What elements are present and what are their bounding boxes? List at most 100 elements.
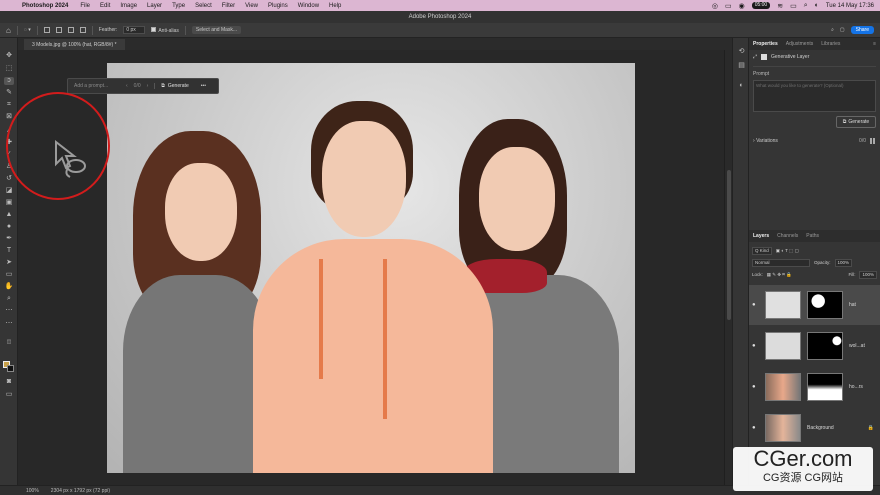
- new-selection-icon[interactable]: [43, 27, 50, 33]
- prompt-textarea[interactable]: What would you like to generate? (Option…: [753, 80, 876, 112]
- eye-icon[interactable]: ●: [752, 343, 762, 349]
- add-selection-icon[interactable]: [55, 27, 62, 33]
- subtract-selection-icon[interactable]: [67, 27, 74, 33]
- layer-name[interactable]: ho...rs: [849, 384, 863, 390]
- more-tools-icon[interactable]: ⋯: [4, 307, 14, 315]
- lock-icons[interactable]: ▦ ✎ ✥ ⌗ 🔒: [767, 272, 792, 278]
- marquee-tool-icon[interactable]: ⬚: [4, 65, 14, 73]
- timer-badge[interactable]: 05:00: [751, 2, 771, 9]
- menu-layer[interactable]: Layer: [147, 3, 162, 9]
- eye-icon[interactable]: ●: [752, 425, 762, 431]
- blend-mode-select[interactable]: Normal: [752, 258, 810, 267]
- opacity-input[interactable]: 100%: [834, 258, 853, 267]
- eraser-tool-icon[interactable]: ◪: [4, 187, 14, 195]
- control-center-icon[interactable]: ◐: [815, 2, 819, 9]
- panel-menu-icon[interactable]: ≡: [873, 41, 876, 47]
- tab-layers[interactable]: Layers: [753, 233, 769, 239]
- blur-tool-icon[interactable]: ▲: [4, 211, 14, 219]
- previous-icon[interactable]: ‹: [126, 83, 128, 89]
- search-icon[interactable]: ⌕: [804, 2, 808, 10]
- feather-input[interactable]: 0 px: [123, 26, 146, 34]
- rectangle-tool-icon[interactable]: ▭: [4, 271, 14, 279]
- default-colors-icon[interactable]: ◫: [4, 338, 14, 346]
- history-brush-tool-icon[interactable]: ↺: [4, 175, 14, 183]
- layer-mask[interactable]: [807, 332, 843, 360]
- menu-edit[interactable]: Edit: [100, 3, 110, 9]
- tab-libraries[interactable]: Libraries: [821, 41, 840, 47]
- layer-mask[interactable]: [807, 291, 843, 319]
- eye-icon[interactable]: ●: [752, 384, 762, 390]
- filter-icons[interactable]: ▣ ◐ T ⬚ ▢: [776, 248, 799, 254]
- menu-filter[interactable]: Filter: [222, 3, 235, 9]
- tab-adjustments[interactable]: Adjustments: [786, 41, 814, 47]
- layer-row[interactable]: ● wol...at: [749, 326, 880, 366]
- fill-input[interactable]: 100%: [859, 270, 877, 279]
- quick-select-tool-icon[interactable]: ✎: [4, 89, 14, 97]
- zoom-tool-icon[interactable]: ⌕: [4, 295, 14, 303]
- type-tool-icon[interactable]: T: [4, 247, 14, 255]
- menu-plugins[interactable]: Plugins: [268, 3, 288, 9]
- canvas-image[interactable]: [107, 63, 635, 473]
- battery-icon[interactable]: ▭: [790, 2, 797, 10]
- search-icon[interactable]: ⌕: [831, 27, 834, 33]
- tab-properties[interactable]: Properties: [753, 41, 778, 47]
- layer-row[interactable]: ● hat: [749, 285, 880, 325]
- workspace-icon[interactable]: ▢: [840, 27, 845, 33]
- pen-tool-icon[interactable]: ✒: [4, 235, 14, 243]
- adjustments-panel-icon[interactable]: ◐: [737, 82, 746, 90]
- dodge-tool-icon[interactable]: ●: [4, 223, 14, 231]
- layer-row[interactable]: ● ho...rs: [749, 367, 880, 407]
- gradient-tool-icon[interactable]: ▣: [4, 199, 14, 207]
- menu-app-name[interactable]: Photoshop 2024: [22, 3, 68, 9]
- antialias-checkbox[interactable]: Anti-alias: [151, 26, 179, 34]
- document-size[interactable]: 2304 px x 1792 px (72 ppi): [51, 488, 110, 494]
- zoom-level[interactable]: 100%: [26, 488, 39, 494]
- layer-name[interactable]: Background: [807, 425, 834, 431]
- layer-filter-select[interactable]: Q Kind: [752, 246, 772, 255]
- menu-help[interactable]: Help: [329, 3, 341, 9]
- layer-row[interactable]: ● Background 🔒: [749, 408, 880, 448]
- layer-mask[interactable]: [807, 373, 843, 401]
- menu-select[interactable]: Select: [195, 3, 212, 9]
- background-color-swatch[interactable]: [7, 365, 14, 372]
- layer-name[interactable]: wol...at: [849, 343, 865, 349]
- canvas-area[interactable]: Add a prompt... ‹ 0/0 › ⧉ Generate •••: [18, 50, 724, 485]
- menu-view[interactable]: View: [245, 3, 258, 9]
- intersect-selection-icon[interactable]: [79, 27, 86, 33]
- screen-mode-icon[interactable]: ▭: [4, 391, 14, 399]
- quick-mask-icon[interactable]: ◙: [4, 378, 14, 386]
- prompt-input[interactable]: Add a prompt...: [74, 83, 120, 89]
- grid-view-icon[interactable]: [870, 138, 876, 144]
- path-select-tool-icon[interactable]: ➤: [4, 259, 14, 267]
- lasso-tool-icon[interactable]: ↄ: [4, 77, 14, 85]
- tab-paths[interactable]: Paths: [806, 233, 819, 239]
- creative-cloud-icon[interactable]: ◎: [712, 2, 718, 10]
- lock-icon[interactable]: 🔒: [868, 425, 874, 431]
- vertical-scrollbar[interactable]: [724, 50, 732, 485]
- wifi-icon[interactable]: ≋: [777, 2, 783, 10]
- menubar-clock[interactable]: Tue 14 May 17:36: [826, 3, 874, 9]
- scrollbar-thumb[interactable]: [727, 170, 731, 320]
- history-panel-icon[interactable]: ⟲: [737, 48, 746, 56]
- menu-type[interactable]: Type: [172, 3, 185, 9]
- eye-icon[interactable]: ●: [752, 302, 762, 308]
- screen-icon[interactable]: ▭: [725, 2, 732, 10]
- layer-name[interactable]: hat: [849, 302, 856, 308]
- menu-file[interactable]: File: [80, 3, 90, 9]
- move-tool-icon[interactable]: ✥: [4, 52, 14, 60]
- lasso-preset-icon[interactable]: ◌ ▾: [24, 27, 31, 33]
- properties-generate-button[interactable]: ⧉ Generate: [836, 116, 876, 128]
- hand-tool-icon[interactable]: ✋: [4, 283, 14, 291]
- menu-window[interactable]: Window: [298, 3, 319, 9]
- share-button[interactable]: Share: [850, 26, 874, 34]
- select-and-mask-button[interactable]: Select and Mask...: [191, 26, 242, 34]
- home-icon[interactable]: ⌂: [6, 26, 11, 35]
- edit-toolbar-icon[interactable]: ⋯: [4, 320, 14, 328]
- more-options-button[interactable]: •••: [201, 83, 206, 89]
- next-icon[interactable]: ›: [147, 83, 149, 89]
- comments-panel-icon[interactable]: ▤: [737, 62, 746, 70]
- document-tab[interactable]: 3 Models.jpg @ 100% (hat, RGB/8#) *: [24, 39, 125, 50]
- tab-channels[interactable]: Channels: [777, 233, 798, 239]
- record-icon[interactable]: ◉: [739, 2, 745, 10]
- menu-image[interactable]: Image: [120, 3, 137, 9]
